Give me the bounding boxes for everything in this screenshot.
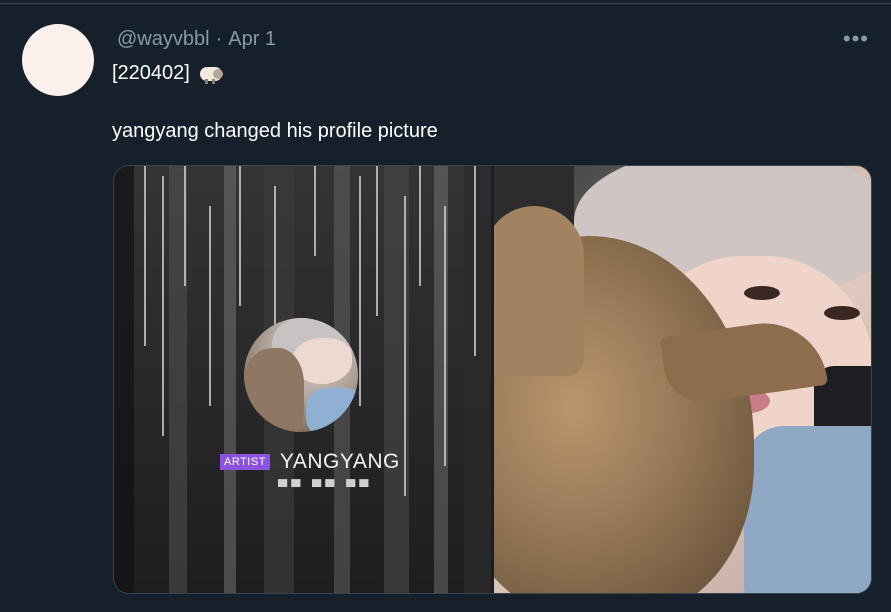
artist-badge: ARTIST [220,454,270,470]
tweet-meta: @wayvbbl · Apr 1 [117,28,276,51]
avatar[interactable] [22,24,94,96]
media-image-right[interactable] [494,166,871,593]
artist-subtitle: ▀▀ ▀▀ ▀▀ [278,479,373,494]
tweet-date-code: [220402] [112,62,190,84]
sheep-icon [198,63,226,85]
meta-separator: · [215,28,223,50]
user-handle[interactable]: @wayvbbl [117,28,210,51]
tweet-text: yangyang changed his profile picture [112,120,438,142]
tweet-media: ARTIST YANGYANG ▀▀ ▀▀ ▀▀ [113,165,872,594]
profile-picture-circle [244,318,358,432]
tweet-date[interactable]: Apr 1 [228,28,276,51]
artist-row: ARTIST YANGYANG [220,450,400,474]
top-divider [0,3,891,4]
artist-name: YANGYANG [279,450,400,473]
tweet-line-1: [220402] [112,62,226,85]
media-image-left[interactable]: ARTIST YANGYANG ▀▀ ▀▀ ▀▀ [114,166,491,593]
more-options-icon[interactable]: ••• [843,26,869,52]
